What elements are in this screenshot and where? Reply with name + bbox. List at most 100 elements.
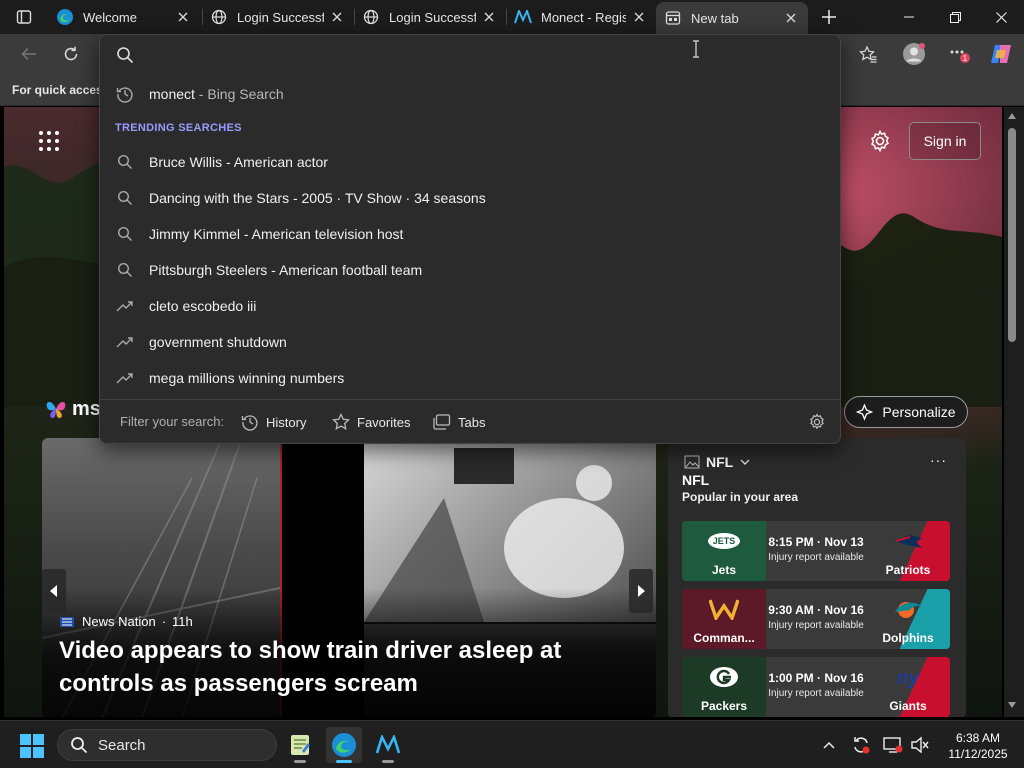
show-hidden-icons-chevron-up-icon[interactable]	[819, 735, 839, 755]
star-list-icon	[859, 45, 877, 63]
carousel-next-button[interactable]	[629, 569, 653, 613]
taskbar-app-notepad[interactable]	[282, 727, 318, 763]
scrollbar-thumb[interactable]	[1008, 128, 1016, 342]
hero-news-card[interactable]: News Nation · 11h Video appears to show …	[42, 438, 656, 717]
tab-actions-button[interactable]	[6, 5, 42, 29]
close-tab-icon[interactable]	[782, 9, 800, 27]
sparkle-icon	[856, 403, 874, 421]
tab-monect[interactable]: Monect - Registe	[506, 0, 656, 34]
filter-search-label: Filter your search:	[120, 414, 225, 429]
back-arrow-icon	[21, 47, 36, 61]
omnibox-settings-icon[interactable]	[808, 413, 826, 431]
home-team-panel: JETS Jets	[682, 521, 766, 581]
suggestion-row[interactable]: mega millions winning numbers	[100, 360, 840, 396]
apps-grid-icon[interactable]	[38, 130, 60, 152]
network-display-icon[interactable]	[883, 735, 903, 755]
minimize-button[interactable]	[886, 0, 932, 34]
notepad-icon	[291, 735, 310, 755]
search-icon	[116, 153, 134, 171]
monect-icon	[375, 735, 401, 754]
refresh-button[interactable]	[56, 40, 86, 68]
edge-icon	[332, 733, 356, 757]
game-row[interactable]: JETS Jets 8:15 PM · Nov 13 Injury report…	[682, 521, 950, 581]
address-bar-input[interactable]	[146, 39, 826, 71]
windows-logo-icon	[20, 734, 44, 758]
personalize-button[interactable]: Personalize	[844, 396, 968, 428]
profile-button[interactable]	[899, 40, 929, 68]
search-icon	[117, 47, 134, 64]
filter-tabs-button[interactable]: Tabs	[433, 411, 485, 433]
away-team-panel: Dolphins	[866, 589, 950, 649]
away-team-panel: Patriots	[866, 521, 950, 581]
avatar-icon	[903, 43, 925, 65]
hero-headline[interactable]: Video appears to show train driver aslee…	[59, 634, 649, 700]
system-clock[interactable]: 6:38 AM 11/12/2025	[938, 730, 1018, 762]
tab-login-successful-2[interactable]: Login Successful	[354, 0, 506, 34]
tab-new-tab[interactable]: New tab	[656, 2, 808, 34]
history-suggestion[interactable]: monect - Bing Search	[100, 76, 840, 112]
tab-strip: Welcome Login Successful Login Successfu…	[0, 0, 1024, 34]
sign-in-button[interactable]: Sign in	[909, 122, 981, 160]
scroll-up-icon[interactable]	[1006, 110, 1018, 122]
tabs-icon	[433, 414, 451, 430]
copilot-icon	[991, 45, 1011, 63]
tab-welcome[interactable]: Welcome	[48, 0, 200, 34]
restore-icon	[949, 11, 961, 23]
nfl-more-options[interactable]: ···	[930, 452, 947, 468]
nfl-header[interactable]: NFL	[684, 454, 750, 470]
scroll-down-icon[interactable]	[1006, 699, 1018, 711]
settings-and-more-button[interactable]: 1	[944, 40, 974, 68]
svg-text:JETS: JETS	[713, 536, 736, 546]
game-row[interactable]: Comman... 9:30 AM · Nov 16 Injury report…	[682, 589, 950, 649]
carousel-prev-button[interactable]	[42, 569, 66, 613]
more-icon: 1	[950, 50, 970, 63]
search-icon	[116, 225, 134, 243]
sync-icon[interactable]	[851, 735, 871, 755]
restore-button[interactable]	[932, 0, 978, 34]
copilot-button[interactable]	[986, 40, 1016, 68]
game-row[interactable]: Packers 1:00 PM · Nov 16 Injury report a…	[682, 657, 950, 717]
search-icon	[71, 737, 88, 754]
filter-history-button[interactable]: History	[241, 411, 306, 433]
suggestion-row[interactable]: Bruce Willis - American actor	[100, 144, 840, 180]
tab-login-successful-1[interactable]: Login Successful	[202, 0, 354, 34]
suggestion-row[interactable]: cleto escobedo iii	[100, 288, 840, 324]
hero-source: News Nation · 11h	[60, 614, 193, 629]
suggestion-row[interactable]: Jimmy Kimmel - American television host	[100, 216, 840, 252]
search-icon	[116, 261, 134, 279]
volume-muted-icon[interactable]	[910, 735, 930, 755]
close-tab-icon[interactable]	[630, 8, 648, 26]
suggestion-row[interactable]: Pittsburgh Steelers - American football …	[100, 252, 840, 288]
chevron-left-icon	[50, 585, 57, 597]
suggestion-row[interactable]: government shutdown	[100, 324, 840, 360]
start-button[interactable]	[20, 734, 44, 758]
page-settings-icon[interactable]	[868, 129, 892, 153]
history-icon	[241, 415, 258, 431]
svg-text:1: 1	[963, 54, 968, 63]
close-tab-icon[interactable]	[328, 8, 346, 26]
close-tab-icon[interactable]	[174, 8, 192, 26]
monect-icon	[514, 8, 532, 26]
back-button[interactable]	[14, 40, 44, 68]
home-team-panel: Packers	[682, 657, 766, 717]
globe-icon	[210, 8, 228, 26]
favorites-bar-text: For quick access	[12, 83, 110, 97]
trending-arrow-icon	[116, 333, 134, 351]
new-tab-button[interactable]	[814, 5, 844, 29]
trending-searches-label: TRENDING SEARCHES	[115, 122, 242, 134]
favorites-button[interactable]	[853, 40, 883, 68]
nfl-scores-card: NFL ··· NFL Popular in your area JETS Je…	[668, 438, 966, 717]
plus-icon	[822, 10, 836, 24]
away-team-panel: ny Giants	[866, 657, 950, 717]
close-icon	[995, 11, 1007, 23]
filter-favorites-button[interactable]: Favorites	[332, 411, 410, 433]
taskbar-app-edge[interactable]	[326, 727, 362, 763]
chevron-right-icon	[638, 585, 645, 597]
close-tab-icon[interactable]	[480, 8, 498, 26]
suggestion-row[interactable]: Dancing with the Stars - 2005 · TV Show …	[100, 180, 840, 216]
close-window-button[interactable]	[978, 0, 1024, 34]
refresh-icon	[64, 46, 78, 61]
taskbar-app-monect[interactable]	[370, 727, 406, 763]
tab-actions-icon	[16, 10, 32, 24]
taskbar-search-box[interactable]: Search	[57, 729, 277, 761]
